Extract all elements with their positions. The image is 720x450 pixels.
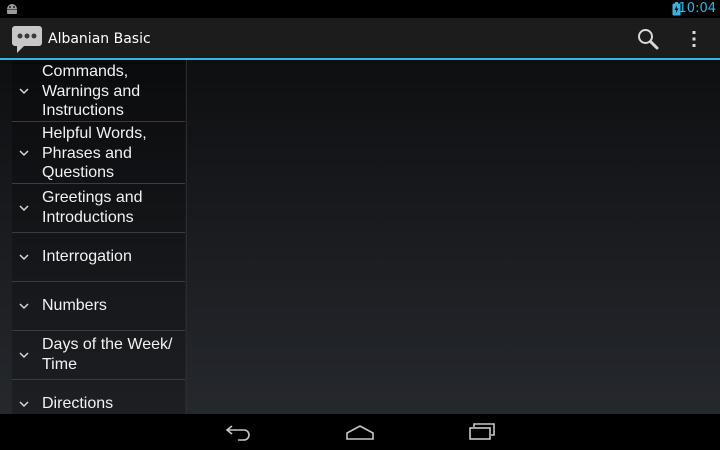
category-item-days-of-week[interactable]: Days of the Week/ Time [12,331,185,380]
category-label: Commands, Warnings and Instructions [42,63,141,119]
category-item-numbers[interactable]: Numbers [12,282,185,331]
category-item-greetings[interactable]: Greetings and Introductions [12,184,185,233]
status-bar: 10:04 [0,0,720,18]
category-item-helpful-words[interactable]: Helpful Words, Phrases and Questions [12,122,185,184]
chevron-down-icon [19,401,29,408]
chevron-down-icon [19,88,29,95]
recent-apps-icon[interactable] [468,423,496,441]
overflow-menu-icon[interactable] [690,30,698,48]
status-clock: 10:04 [678,1,716,16]
category-label: Directions [42,395,114,412]
pane-divider [186,60,187,414]
chevron-down-icon [19,352,29,359]
main-content: Commands, Warnings and Instructions Help… [0,60,720,414]
chevron-down-icon [19,303,29,310]
category-list[interactable]: Commands, Warnings and Instructions Help… [12,60,185,414]
category-item-commands[interactable]: Commands, Warnings and Instructions [12,60,185,122]
category-item-interrogation[interactable]: Interrogation [12,233,185,282]
search-icon[interactable] [636,27,660,51]
category-label: Days of the Week/ Time [42,336,173,373]
category-label: Numbers [42,297,107,314]
navigation-bar [0,414,720,450]
app-title: Albanian Basic [48,31,151,47]
category-label: Greetings and Introductions [42,189,143,226]
category-item-directions[interactable]: Directions [12,380,185,414]
android-robot-icon [7,4,17,14]
back-icon[interactable] [225,423,253,441]
action-bar: Albanian Basic [0,18,720,60]
chevron-down-icon [19,254,29,261]
chevron-down-icon [19,205,29,212]
chat-bubble-app-icon[interactable] [11,23,43,55]
category-label: Helpful Words, Phrases and Questions [42,125,147,181]
home-icon[interactable] [345,423,375,441]
chevron-down-icon [19,150,29,157]
category-label: Interrogation [42,248,132,265]
